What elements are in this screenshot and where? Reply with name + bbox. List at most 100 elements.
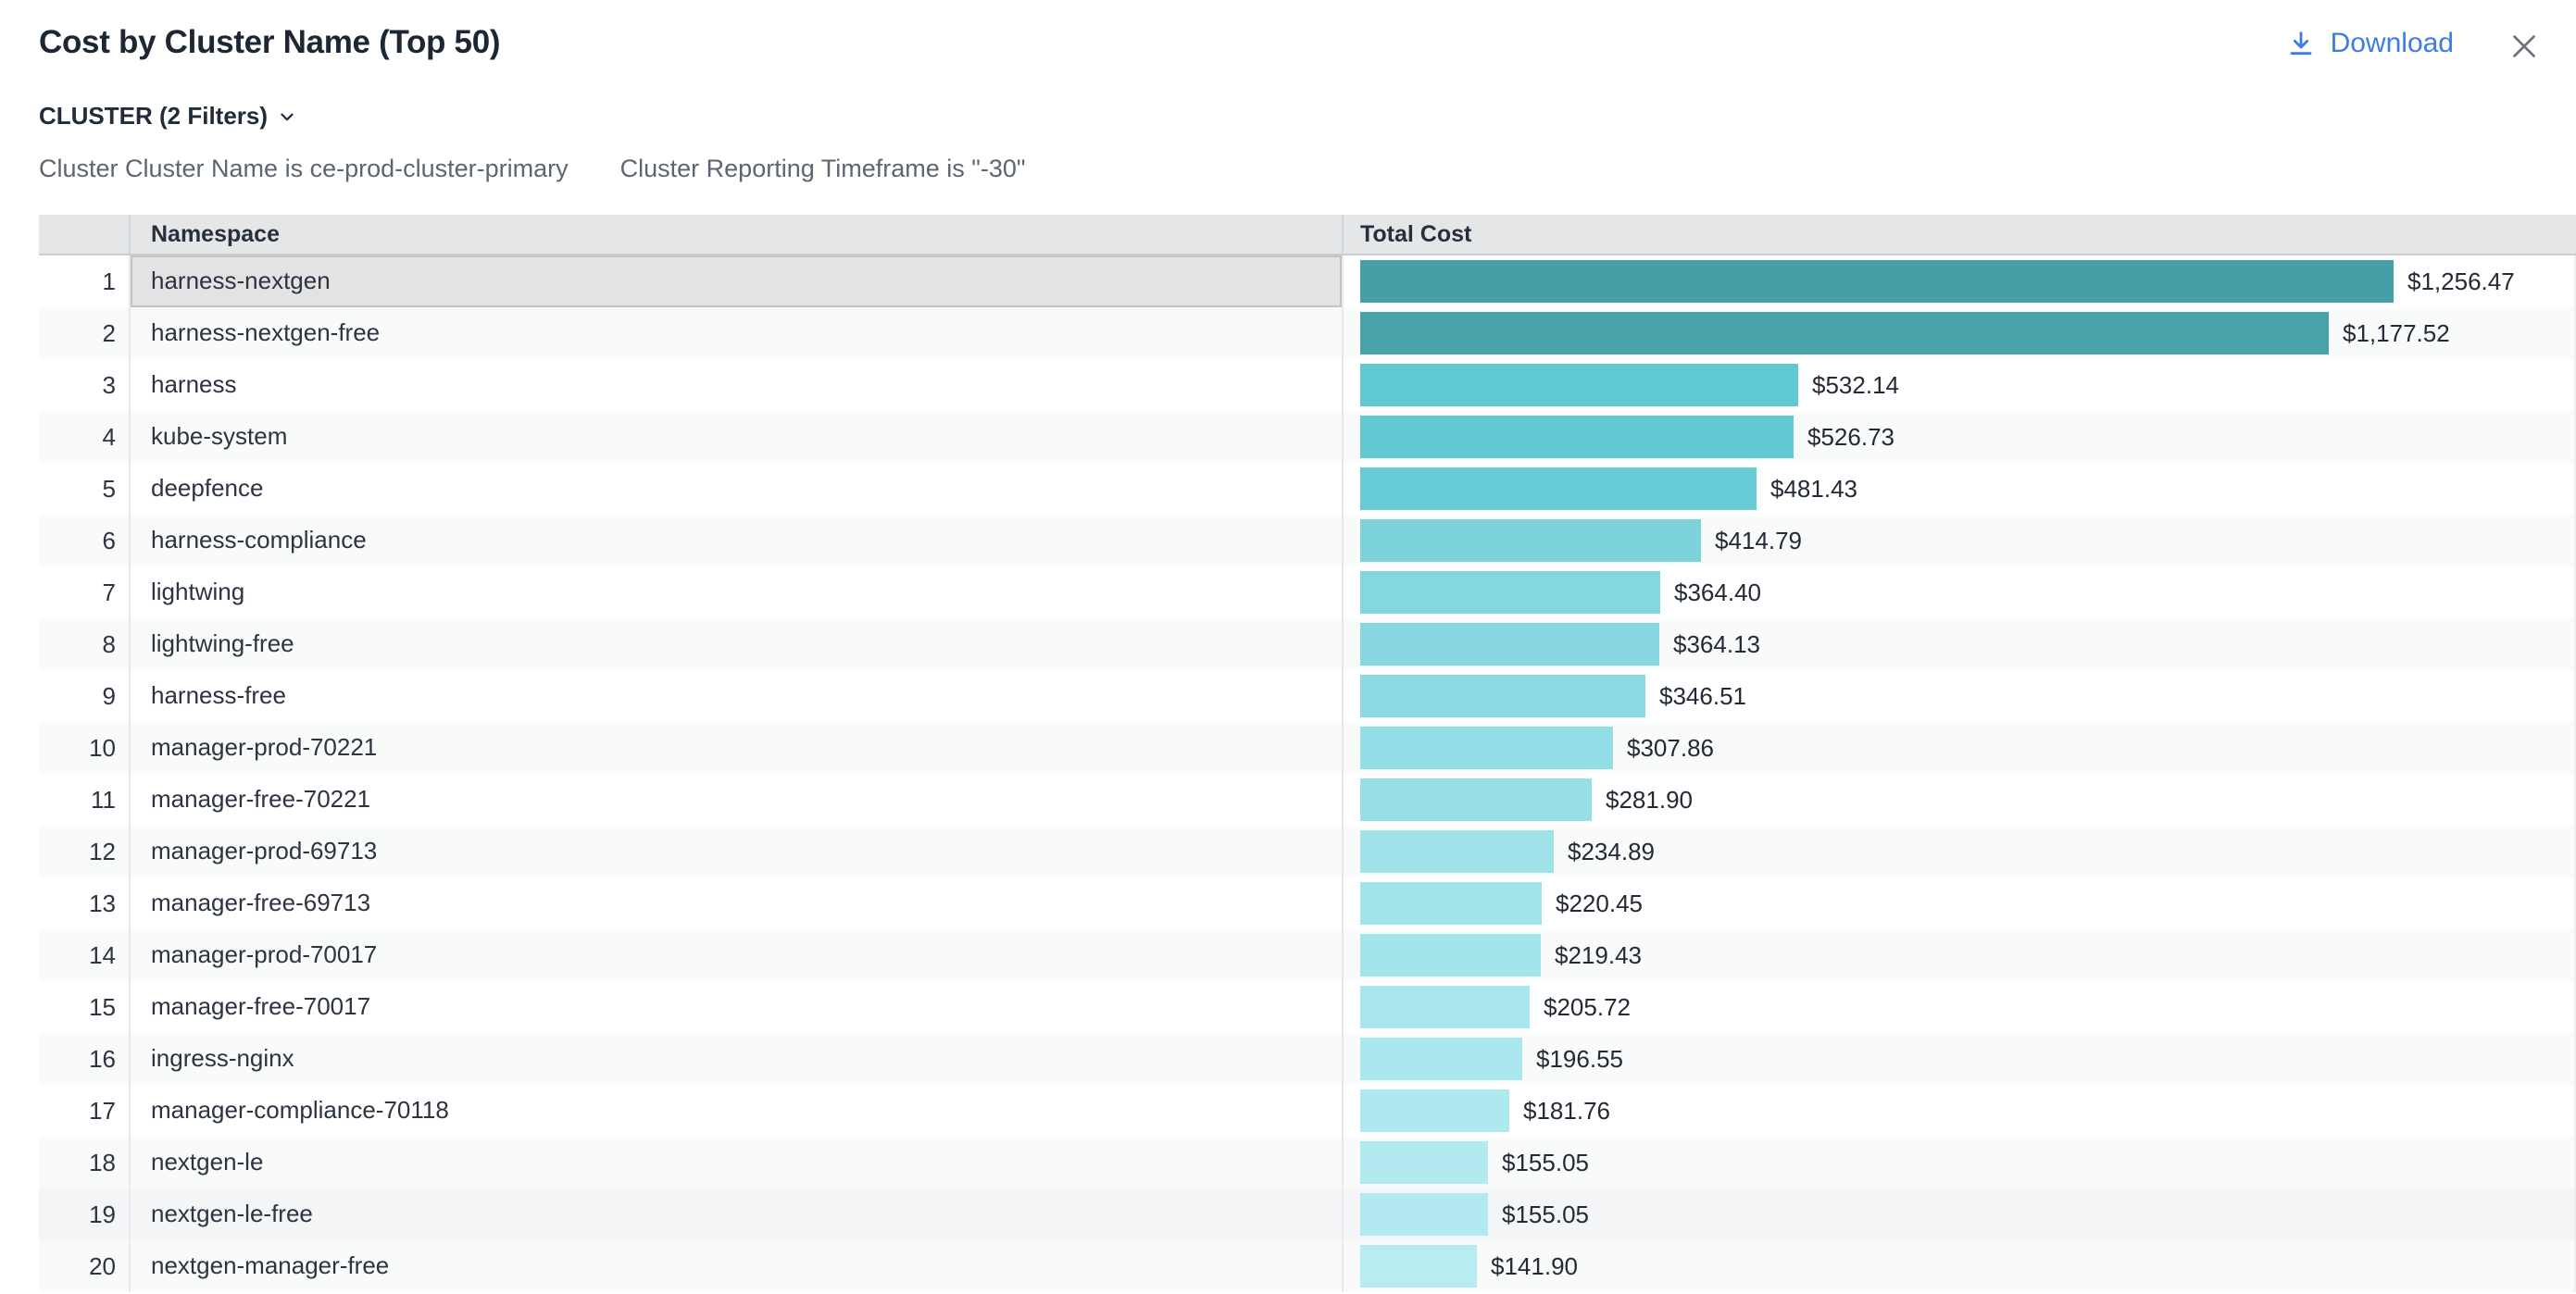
- namespace-cell: manager-prod-70221: [129, 722, 1342, 774]
- column-header-total-cost[interactable]: Total Cost: [1342, 215, 2576, 254]
- table-row[interactable]: 5 deepfence $481.43: [39, 463, 2574, 515]
- table-row[interactable]: 18 nextgen-le $155.05: [39, 1137, 2574, 1188]
- total-cost-cell: $205.72: [1342, 981, 2574, 1033]
- close-button[interactable]: [2506, 28, 2543, 65]
- table-row[interactable]: 16 ingress-nginx $196.55: [39, 1033, 2574, 1085]
- table-row[interactable]: 20 nextgen-manager-free $141.90: [39, 1240, 2574, 1292]
- table-row[interactable]: 9 harness-free $346.51: [39, 670, 2574, 722]
- cost-bar: [1360, 1038, 1522, 1080]
- cost-bar: [1360, 1141, 1488, 1184]
- cost-bar: [1360, 830, 1554, 873]
- cost-bar: [1360, 623, 1659, 666]
- total-cost-cell: $281.90: [1342, 774, 2574, 826]
- table-body: 1 harness-nextgen $1,256.47 2 harness-ne…: [39, 255, 2576, 1292]
- row-rank: 12: [39, 826, 129, 877]
- cost-value: $234.89: [1568, 838, 1655, 866]
- cost-value: $481.43: [1770, 475, 1857, 504]
- namespace-cell: manager-prod-69713: [129, 826, 1342, 877]
- table-row[interactable]: 11 manager-free-70221 $281.90: [39, 774, 2574, 826]
- total-cost-cell: $532.14: [1342, 359, 2574, 411]
- cost-bar: [1360, 1193, 1488, 1236]
- row-rank: 9: [39, 670, 129, 722]
- total-cost-cell: $307.86: [1342, 722, 2574, 774]
- namespace-cell: manager-free-69713: [129, 877, 1342, 929]
- cost-value: $155.05: [1502, 1201, 1589, 1229]
- filter-cluster-name: Cluster Cluster Name is ce-prod-cluster-…: [39, 155, 569, 183]
- namespace-cell: lightwing: [129, 566, 1342, 618]
- chevron-down-icon: [277, 106, 297, 127]
- cost-bar: [1360, 986, 1530, 1028]
- row-rank: 8: [39, 618, 129, 670]
- cost-bar: [1360, 1245, 1477, 1288]
- cost-value: $219.43: [1555, 941, 1642, 970]
- total-cost-cell: $364.13: [1342, 618, 2574, 670]
- cost-value: $196.55: [1536, 1045, 1623, 1074]
- table-row[interactable]: 2 harness-nextgen-free $1,177.52: [39, 307, 2574, 359]
- cost-value: $181.76: [1523, 1097, 1610, 1126]
- table-row[interactable]: 1 harness-nextgen $1,256.47: [39, 255, 2574, 307]
- table-row[interactable]: 8 lightwing-free $364.13: [39, 618, 2574, 670]
- table-row[interactable]: 12 manager-prod-69713 $234.89: [39, 826, 2574, 877]
- namespace-cell: manager-prod-70017: [129, 929, 1342, 981]
- cost-value: $205.72: [1544, 993, 1631, 1022]
- download-label: Download: [2331, 28, 2454, 59]
- row-rank: 20: [39, 1240, 129, 1292]
- cost-value: $346.51: [1659, 682, 1746, 711]
- cost-bar: [1360, 467, 1757, 510]
- row-rank: 2: [39, 307, 129, 359]
- row-rank: 17: [39, 1085, 129, 1137]
- cost-value: $307.86: [1627, 734, 1714, 763]
- table-row[interactable]: 10 manager-prod-70221 $307.86: [39, 722, 2574, 774]
- row-rank: 15: [39, 981, 129, 1033]
- row-rank: 10: [39, 722, 129, 774]
- cost-value: $1,177.52: [2343, 319, 2450, 348]
- namespace-cell: nextgen-manager-free: [129, 1240, 1342, 1292]
- cost-bar: [1360, 571, 1660, 614]
- cost-bar: [1360, 260, 2394, 303]
- table-row[interactable]: 19 nextgen-le-free $155.05: [39, 1188, 2574, 1240]
- namespace-cell: manager-free-70221: [129, 774, 1342, 826]
- row-rank: 6: [39, 515, 129, 566]
- namespace-cell: kube-system: [129, 411, 1342, 463]
- total-cost-cell: $219.43: [1342, 929, 2574, 981]
- cost-value: $526.73: [1807, 423, 1894, 452]
- table-row[interactable]: 7 lightwing $364.40: [39, 566, 2574, 618]
- table-row[interactable]: 3 harness $532.14: [39, 359, 2574, 411]
- namespace-cell: nextgen-le-free: [129, 1188, 1342, 1240]
- table-row[interactable]: 17 manager-compliance-70118 $181.76: [39, 1085, 2574, 1137]
- total-cost-cell: $155.05: [1342, 1188, 2574, 1240]
- cost-bar: [1360, 675, 1645, 717]
- row-rank: 11: [39, 774, 129, 826]
- cost-bar: [1360, 519, 1701, 562]
- cost-value: $141.90: [1491, 1252, 1578, 1281]
- total-cost-cell: $234.89: [1342, 826, 2574, 877]
- cost-value: $281.90: [1606, 786, 1693, 815]
- cost-table: Namespace Total Cost 1 harness-nextgen $…: [39, 215, 2576, 1294]
- total-cost-cell: $181.76: [1342, 1085, 2574, 1137]
- download-button[interactable]: Download: [2286, 28, 2454, 59]
- cost-bar: [1360, 1089, 1509, 1132]
- table-header-row: Namespace Total Cost: [39, 215, 2576, 255]
- total-cost-cell: $196.55: [1342, 1033, 2574, 1085]
- total-cost-cell: $220.45: [1342, 877, 2574, 929]
- cluster-filters-dropdown[interactable]: CLUSTER (2 Filters): [39, 102, 297, 131]
- namespace-cell: lightwing-free: [129, 618, 1342, 670]
- table-row[interactable]: 13 manager-free-69713 $220.45: [39, 877, 2574, 929]
- table-row[interactable]: 15 manager-free-70017 $205.72: [39, 981, 2574, 1033]
- cost-value: $532.14: [1812, 371, 1899, 400]
- namespace-cell: harness: [129, 359, 1342, 411]
- cost-value: $220.45: [1556, 890, 1643, 918]
- total-cost-cell: $155.05: [1342, 1137, 2574, 1188]
- table-row[interactable]: 4 kube-system $526.73: [39, 411, 2574, 463]
- column-header-namespace[interactable]: Namespace: [129, 215, 1342, 254]
- filter-reporting-timeframe: Cluster Reporting Timeframe is "-30": [620, 155, 1026, 183]
- close-icon: [2507, 30, 2541, 63]
- table-row[interactable]: 14 manager-prod-70017 $219.43: [39, 929, 2574, 981]
- namespace-cell: deepfence: [129, 463, 1342, 515]
- namespace-cell: ingress-nginx: [129, 1033, 1342, 1085]
- row-rank: 18: [39, 1137, 129, 1188]
- table-row[interactable]: 6 harness-compliance $414.79: [39, 515, 2574, 566]
- cost-bar: [1360, 882, 1542, 925]
- total-cost-cell: $1,177.52: [1342, 307, 2574, 359]
- row-rank: 5: [39, 463, 129, 515]
